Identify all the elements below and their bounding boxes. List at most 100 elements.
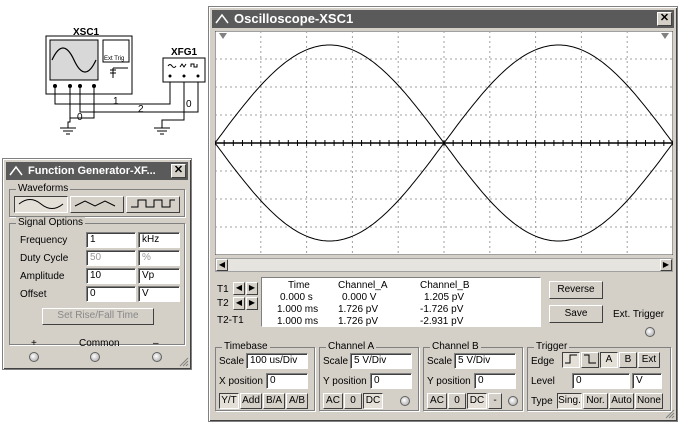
app-icon	[215, 13, 229, 24]
channel-a-terminal-icon[interactable]	[400, 396, 410, 406]
triangle-icon	[74, 200, 116, 207]
channel-a-scale-input[interactable]: 5 V/Div	[350, 353, 412, 369]
channel-b-y-position-input[interactable]: 0	[474, 373, 516, 389]
scope-titlebar[interactable]: Oscilloscope-XSC1 ✕	[212, 10, 674, 28]
amplitude-label: Amplitude	[20, 271, 65, 282]
signal-options-label: Signal Options	[16, 217, 86, 229]
trigger-auto-button[interactable]: Auto	[609, 393, 634, 409]
triangle-wave-button[interactable]	[70, 196, 124, 213]
signal-options-group: Signal Options Frequency 1 kHz Duty Cycl…	[9, 217, 185, 345]
mode-ab-button[interactable]: A/B	[286, 393, 308, 409]
x-position-label: X position	[219, 376, 263, 387]
x-position-input[interactable]: 0	[266, 373, 308, 389]
trigger-level-input[interactable]: 0	[572, 373, 630, 389]
channel-b-dc-button[interactable]: DC	[467, 393, 487, 409]
readout-diff-b: -2.931 pV	[420, 316, 464, 327]
horizontal-scrollbar[interactable]: ◀ ▶	[215, 258, 673, 272]
amplitude-unit-input[interactable]: Vp	[138, 268, 180, 284]
mode-ba-button[interactable]: B/A	[263, 393, 285, 409]
t1-left-arrow-icon[interactable]: ◀	[233, 282, 245, 295]
terminal-minus-icon[interactable]	[152, 352, 162, 362]
rising-edge-button[interactable]	[562, 352, 580, 368]
scroll-left-icon[interactable]: ◀	[216, 259, 228, 271]
channel-a-y-position-input[interactable]: 0	[370, 373, 412, 389]
duty-cycle-label: Duty Cycle	[20, 253, 69, 264]
t2-left-arrow-icon[interactable]: ◀	[233, 297, 245, 310]
schematic-canvas	[45, 35, 206, 135]
duty-cycle-unit: %	[138, 250, 180, 266]
trigger-source-ext-button[interactable]: Ext	[638, 352, 660, 368]
square-wave-button[interactable]	[126, 196, 180, 213]
channel-b-terminal-icon[interactable]	[508, 396, 518, 406]
resize-grip-icon[interactable]	[179, 357, 189, 367]
rising-edge-icon	[565, 354, 577, 364]
square-icon	[131, 199, 175, 208]
fgen-titlebar[interactable]: Function Generator-XF... ✕	[6, 162, 188, 180]
channel-a-scale-label: Scale	[323, 356, 349, 367]
channel-b-invert-button[interactable]: -	[488, 393, 502, 409]
channel-b-group: Channel B Scale 5 V/Div Y position 0 AC …	[423, 341, 523, 411]
trigger-source-a-button[interactable]: A	[600, 352, 618, 368]
channel-a-zero-button[interactable]: 0	[344, 393, 362, 409]
waveforms-label: Waveforms	[16, 183, 71, 195]
trigger-none-button[interactable]: None	[635, 393, 663, 409]
sine-wave-button[interactable]	[14, 196, 68, 213]
scroll-right-icon[interactable]: ▶	[660, 259, 672, 271]
terminal-common-label: Common	[79, 338, 120, 349]
frequency-unit-input[interactable]: kHz	[138, 232, 180, 248]
terminal-minus-label: –	[153, 338, 159, 349]
resize-grip-icon[interactable]	[665, 409, 675, 419]
scope-title: Oscilloscope-XSC1	[234, 11, 354, 26]
amplitude-input[interactable]: 10	[86, 268, 136, 284]
close-icon[interactable]: ✕	[171, 164, 186, 178]
falling-edge-button[interactable]	[581, 352, 599, 368]
offset-unit-input[interactable]: V	[138, 286, 180, 302]
channel-b-zero-button[interactable]: 0	[448, 393, 466, 409]
frequency-input[interactable]: 1	[86, 232, 136, 248]
waveforms-group: Waveforms	[9, 183, 185, 217]
oscilloscope-window: Oscilloscope-XSC1 ✕ ◀ ▶ T1 T2 T2-T1 ◀ ▶ …	[208, 6, 678, 422]
channel-a-dc-button[interactable]: DC	[363, 393, 383, 409]
timebase-title: Timebase	[222, 341, 270, 353]
mode-yt-button[interactable]: Y/T	[219, 393, 239, 409]
trigger-single-button[interactable]: Sing.	[557, 393, 582, 409]
channel-a-group: Channel A Scale 5 V/Div Y position 0 AC …	[319, 341, 419, 411]
scope-display[interactable]	[215, 31, 673, 255]
t1-label: T1	[217, 284, 229, 295]
trigger-level-label: Level	[531, 376, 555, 387]
wire-label-0a: 0	[77, 112, 83, 123]
terminal-plus-icon[interactable]	[29, 352, 39, 362]
trigger-source-b-button[interactable]: B	[619, 352, 637, 368]
ext-trigger-terminal-icon[interactable]	[645, 327, 655, 337]
trigger-level-unit-input[interactable]: V	[632, 373, 662, 389]
set-rise-fall-time-button[interactable]: Set Rise/Fall Time	[42, 308, 154, 325]
timebase-scale-label: Scale	[219, 356, 245, 367]
sine-icon	[18, 199, 64, 209]
channel-b-title: Channel B	[430, 341, 481, 353]
close-icon[interactable]: ✕	[657, 12, 672, 26]
trigger-edge-label: Edge	[531, 356, 555, 367]
t2-right-arrow-icon[interactable]: ▶	[246, 297, 258, 310]
offset-input[interactable]: 0	[86, 286, 136, 302]
channel-b-scale-label: Scale	[427, 356, 453, 367]
terminal-plus-label: +	[31, 338, 37, 349]
terminal-common-icon[interactable]	[90, 352, 100, 362]
timebase-group: Timebase Scale 100 us/Div X position 0 Y…	[215, 341, 315, 411]
fgen-ref-label: XFG1	[171, 47, 198, 58]
trigger-normal-button[interactable]: Nor.	[583, 393, 608, 409]
t2-t1-label: T2-T1	[217, 315, 244, 326]
t1-right-arrow-icon[interactable]: ▶	[246, 282, 258, 295]
timebase-scale-input[interactable]: 100 us/Div	[246, 353, 308, 369]
mode-add-button[interactable]: Add	[240, 393, 262, 409]
channel-a-ac-button[interactable]: AC	[323, 393, 343, 409]
duty-cycle-input[interactable]: 50	[86, 250, 136, 266]
trigger-type-label: Type	[531, 396, 553, 407]
frequency-label: Frequency	[20, 235, 68, 246]
reverse-button[interactable]: Reverse	[549, 281, 603, 299]
scope-ref-label: XSC1	[73, 27, 100, 38]
channel-b-ac-button[interactable]: AC	[427, 393, 447, 409]
function-generator-window: Function Generator-XF... ✕ Waveforms Sig…	[2, 158, 192, 370]
channel-b-scale-input[interactable]: 5 V/Div	[454, 353, 516, 369]
app-icon	[9, 165, 23, 176]
save-button[interactable]: Save	[549, 305, 603, 323]
